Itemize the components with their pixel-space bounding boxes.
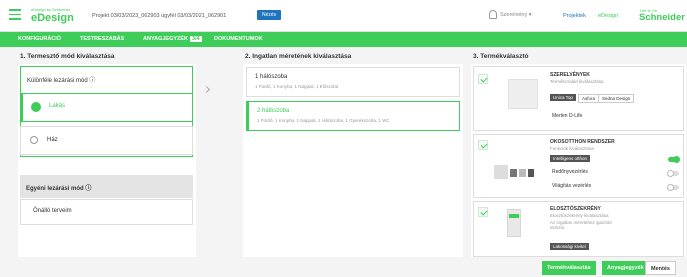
product-card-cabinet: ELOSZTÓSZEKRÉNY Elosztószekrény kiválasz… <box>473 201 684 257</box>
edesign-link[interactable]: eDesign <box>598 13 618 19</box>
size-option-1[interactable]: 1 hálószoba 1 Fürdő, 1 Konyha, 1 Nappali… <box>246 67 460 97</box>
top-bar: eDesign by Schneider eDesign Projekt 03/… <box>0 0 687 32</box>
switches-title: SZERELVÉNYEK <box>550 72 590 78</box>
radio-selected-icon <box>31 102 41 112</box>
tab-customization[interactable]: TESTRESZABÁS <box>80 36 124 42</box>
bom-button[interactable]: Anyagjegyzék <box>602 261 649 275</box>
option-apartment[interactable]: Lakás <box>20 93 193 122</box>
smarthome-image-1 <box>494 165 508 179</box>
size-option-2-title: 2 hálószoba <box>257 108 290 114</box>
smarthome-image-4 <box>528 169 534 177</box>
toggle-smarthome[interactable] <box>668 156 680 163</box>
checkbox-switches[interactable] <box>478 74 488 84</box>
housing-type-title: Különféle lezárási mód ⓘ <box>27 78 96 84</box>
radio-empty-icon <box>30 136 38 144</box>
cabinet-tag[interactable]: Lakossági kivitel <box>550 243 589 250</box>
smarthome-title: OKOSOTTHON RENDSZER <box>550 139 615 145</box>
switches-subtitle: Termékcsalád kiválasztása <box>550 79 604 84</box>
option-apartment-label: Lakás <box>49 103 66 109</box>
range-tag-2[interactable]: Asfora <box>578 94 600 103</box>
product-card-switches: SZERELVÉNYEK Termékcsalád kiválasztása U… <box>473 66 684 131</box>
user-icon[interactable] <box>489 10 497 19</box>
checkbox-smarthome[interactable] <box>478 140 488 150</box>
option-own-design[interactable]: Önálló terveim <box>20 199 193 225</box>
tab-bom-label: ANYAGJEGYZÉK <box>143 36 189 42</box>
main-nav: KONFIGURÁCIÓ TESTRESZABÁS ANYAGJEGYZÉK 3/… <box>0 32 687 47</box>
smarthome-option-2-label: Világítás vezérlés <box>552 183 592 189</box>
switch-product-image <box>508 79 538 109</box>
save-button[interactable]: Mentés <box>645 261 676 275</box>
product-select-button[interactable]: Termékválasztás <box>542 261 596 275</box>
tab-documents[interactable]: DOKUMENTUMOK <box>214 36 263 42</box>
bom-count-badge: 3/4 <box>190 36 202 42</box>
option-house[interactable]: Ház <box>20 126 193 155</box>
project-title: Projekt 03/03/2023_062903 ügyfél 03/03/2… <box>92 13 227 19</box>
tab-configuration[interactable]: KONFIGURÁCIÓ <box>18 36 61 42</box>
user-menu[interactable]: Szerelvény ▾ <box>500 12 532 18</box>
toggle-option-2[interactable] <box>667 184 679 191</box>
smarthome-subtitle: Funkciók kiválasztása <box>550 146 594 151</box>
size-option-1-title: 1 hálószoba <box>255 74 288 80</box>
cabinet-title: ELOSZTÓSZEKRÉNY <box>550 206 601 212</box>
size-option-2-desc: 1 Fürdő, 1 Konyha, 1 Nappali, 1 Hálószob… <box>257 118 390 123</box>
custom-mode-header: Egyéni lezárási mód ⓘ <box>20 175 193 198</box>
option-own-design-label: Önálló terveim <box>33 208 72 214</box>
menu-icon[interactable] <box>9 9 21 20</box>
projects-link[interactable]: Projektek <box>563 13 586 19</box>
smarthome-tag[interactable]: Intelligens otthon <box>550 155 591 162</box>
cabinet-desc: Az ingatlan méretéhez igazított elosztó <box>550 220 612 230</box>
range-tag-3[interactable]: Sedna Design <box>598 94 635 103</box>
chevron-right-icon <box>202 85 211 94</box>
custom-mode-title: Egyéni lezárási mód ⓘ <box>26 186 92 192</box>
size-option-1-desc: 1 Fürdő, 1 Konyha, 1 Nappali, 1 Előszoba <box>255 84 339 89</box>
column-3-title: 3. Termékválasztó <box>473 53 529 60</box>
toggle-option-1[interactable] <box>667 170 679 177</box>
checkbox-cabinet[interactable] <box>478 207 488 217</box>
option-house-label: Ház <box>47 137 58 143</box>
product-card-smarthome: OKOSOTTHON RENDSZER Funkciók kiválasztás… <box>473 134 684 198</box>
range-tag-1[interactable]: Unica Top <box>550 94 576 101</box>
cabinet-image-accent <box>509 214 519 218</box>
cabinet-subtitle: Elosztószekrény kiválasztása <box>550 213 609 218</box>
column-2-title: 2. Ingatlan méretének kiválasztása <box>245 53 352 60</box>
smarthome-option-1-label: Redőnyvezérlés <box>552 169 588 175</box>
smarthome-image-3 <box>519 169 526 177</box>
tab-bill-of-materials[interactable]: ANYAGJEGYZÉK 3/4 <box>143 36 202 42</box>
brand-logo: Schneider <box>639 12 685 23</box>
smarthome-image-2 <box>510 169 517 177</box>
column-1-title: 1. Termesztő mód kiválasztása <box>20 53 115 60</box>
size-option-2[interactable]: 2 hálószoba 1 Fürdő, 1 Konyha, 1 Nappali… <box>246 101 460 131</box>
switches-variant: Merten D-Life <box>552 113 583 119</box>
status-badge[interactable]: Nézés <box>257 10 282 20</box>
app-logo[interactable]: eDesign <box>31 12 74 24</box>
